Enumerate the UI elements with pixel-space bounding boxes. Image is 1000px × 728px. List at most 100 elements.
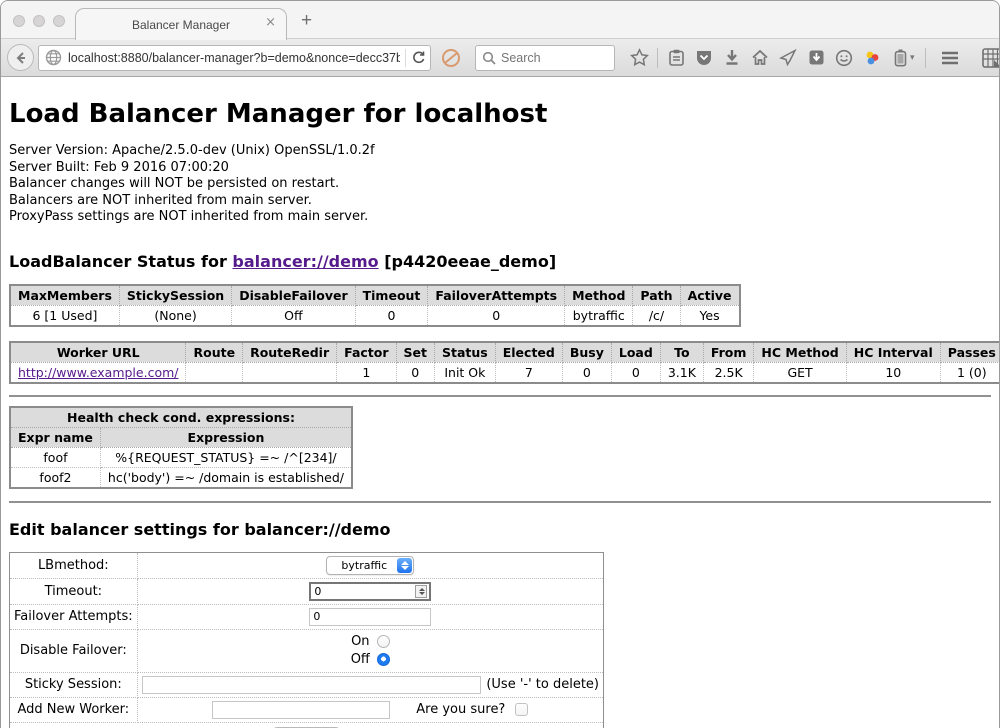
col-failoverattempts: FailoverAttempts — [428, 285, 565, 306]
window-controls — [13, 15, 65, 27]
col-load: Load — [611, 342, 660, 363]
failover-attempts-row: Failover Attempts: — [10, 604, 604, 629]
confirm-checkbox[interactable] — [515, 703, 528, 716]
lbmethod-select[interactable]: bytraffic — [326, 556, 414, 575]
persist-note-line: Balancer changes will NOT be persisted o… — [9, 176, 991, 193]
back-button[interactable] — [7, 44, 34, 71]
sticky-session-row: Sticky Session: (Use '-' to delete) — [10, 672, 604, 697]
search-bar[interactable] — [475, 45, 615, 71]
screenshot-grid-icon[interactable] — [978, 48, 1000, 68]
number-spinner-icon[interactable] — [415, 585, 427, 598]
failover-attempts-input[interactable] — [309, 608, 431, 626]
reading-list-icon[interactable] — [662, 49, 690, 67]
val-method: bytraffic — [565, 305, 633, 326]
col-set: Set — [396, 342, 434, 363]
save-page-icon[interactable] — [802, 49, 830, 66]
separator-2 — [9, 501, 991, 503]
feedback-smiley-icon[interactable] — [830, 49, 858, 67]
radio-on-label: On — [351, 633, 369, 651]
globe-icon — [45, 49, 62, 66]
val-timeout: 0 — [355, 305, 428, 326]
balancer-demo-link[interactable]: balancer://demo — [232, 252, 378, 271]
col-routeredir: RouteRedir — [243, 342, 337, 363]
back-icon — [14, 51, 28, 65]
timeout-input[interactable] — [309, 582, 431, 601]
url-bar[interactable]: localhost:8880/balancer-manager?b=demo&n… — [38, 45, 431, 71]
radio-off[interactable] — [377, 653, 390, 666]
col-hc-interval: HC Interval — [846, 342, 940, 363]
val-load: 0 — [611, 362, 660, 383]
server-version-line: Server Version: Apache/2.5.0-dev (Unix) … — [9, 143, 991, 160]
val-expr-name-1: foof — [10, 447, 100, 467]
lbmethod-row: LBmethod: bytraffic — [10, 552, 604, 578]
edit-settings-heading: Edit balancer settings for balancer://de… — [9, 520, 991, 539]
urlbar-separator — [405, 49, 406, 67]
add-worker-input[interactable] — [212, 701, 390, 719]
select-stepper-icon — [397, 558, 412, 573]
extensions-icon[interactable] — [858, 49, 886, 67]
col-busy: Busy — [562, 342, 611, 363]
health-title-row: Health check cond. expressions: — [10, 407, 352, 428]
browser-tab[interactable]: Balancer Manager × — [75, 8, 287, 40]
downloads-icon[interactable] — [718, 49, 746, 66]
edit-balancer-form: LBmethod: bytraffic Timeout: — [9, 552, 604, 728]
sticky-session-input[interactable] — [142, 676, 482, 694]
status-heading-suffix: [p4420eeae_demo] — [379, 252, 557, 271]
col-timeout: Timeout — [355, 285, 428, 306]
val-factor: 1 — [337, 362, 396, 383]
col-passes: Passes — [940, 342, 999, 363]
col-stickysession: StickySession — [119, 285, 231, 306]
title-bar: Balancer Manager × + — [1, 1, 999, 39]
minimize-window-button[interactable] — [33, 15, 45, 27]
disable-failover-label: Disable Failover: — [10, 629, 138, 672]
val-disablefailover: Off — [232, 305, 355, 326]
val-hc-method: GET — [754, 362, 846, 383]
radio-on[interactable] — [377, 635, 390, 648]
content-block-icon[interactable] — [437, 48, 465, 68]
pocket-icon[interactable] — [690, 49, 718, 67]
val-route — [186, 362, 243, 383]
home-icon[interactable] — [746, 49, 774, 66]
search-icon — [482, 51, 496, 65]
col-from: From — [703, 342, 754, 363]
send-icon[interactable] — [774, 49, 802, 66]
disable-failover-row: Disable Failover: On Off — [10, 629, 604, 672]
col-worker-url: Worker URL — [10, 342, 186, 363]
close-window-button[interactable] — [13, 15, 25, 27]
overflow-caret-icon[interactable]: ▾ — [910, 53, 915, 63]
val-busy: 0 — [562, 362, 611, 383]
sticky-session-label: Sticky Session: — [10, 672, 138, 697]
lbmethod-label: LBmethod: — [10, 552, 138, 578]
search-input[interactable] — [501, 51, 601, 65]
balancer-header-row: MaxMembers StickySession DisableFailover… — [10, 285, 740, 306]
url-text[interactable]: localhost:8880/balancer-manager?b=demo&n… — [68, 51, 400, 65]
col-hc-method: HC Method — [754, 342, 846, 363]
radio-off-label: Off — [351, 651, 370, 669]
inherit-note-line: Balancers are NOT inherited from main se… — [9, 193, 991, 210]
val-expression-1: %{REQUEST_STATUS} =~ /^[234]/ — [100, 447, 352, 467]
balancer-data-row: 6 [1 Used] (None) Off 0 0 bytraffic /c/ … — [10, 305, 740, 326]
toolbar-separator-2 — [925, 48, 926, 68]
zoom-window-button[interactable] — [53, 15, 65, 27]
reload-icon[interactable] — [411, 50, 426, 65]
health-row-foof: foof %{REQUEST_STATUS} =~ /^[234]/ — [10, 447, 352, 467]
val-status: Init Ok — [435, 362, 496, 383]
col-factor: Factor — [337, 342, 396, 363]
timeout-label: Timeout: — [10, 578, 138, 604]
worker-url-link[interactable]: http://www.example.com/ — [18, 365, 178, 380]
new-tab-button[interactable]: + — [301, 11, 312, 30]
bookmark-star-icon[interactable] — [625, 48, 653, 67]
val-elected: 7 — [495, 362, 562, 383]
val-to: 3.1K — [660, 362, 703, 383]
separator-1 — [9, 395, 991, 397]
lbmethod-selected-value: bytraffic — [341, 559, 387, 572]
worker-table: Worker URL Route RouteRedir Factor Set S… — [9, 341, 999, 384]
navigation-toolbar: localhost:8880/balancer-manager?b=demo&n… — [1, 39, 999, 77]
val-passes: 1 (0) — [940, 362, 999, 383]
tab-close-icon[interactable]: × — [265, 16, 276, 29]
health-header-row: Expr name Expression — [10, 427, 352, 447]
balancer-status-table: MaxMembers StickySession DisableFailover… — [9, 284, 741, 327]
col-disablefailover: DisableFailover — [232, 285, 355, 306]
col-status: Status — [435, 342, 496, 363]
menu-icon[interactable] — [936, 51, 964, 65]
